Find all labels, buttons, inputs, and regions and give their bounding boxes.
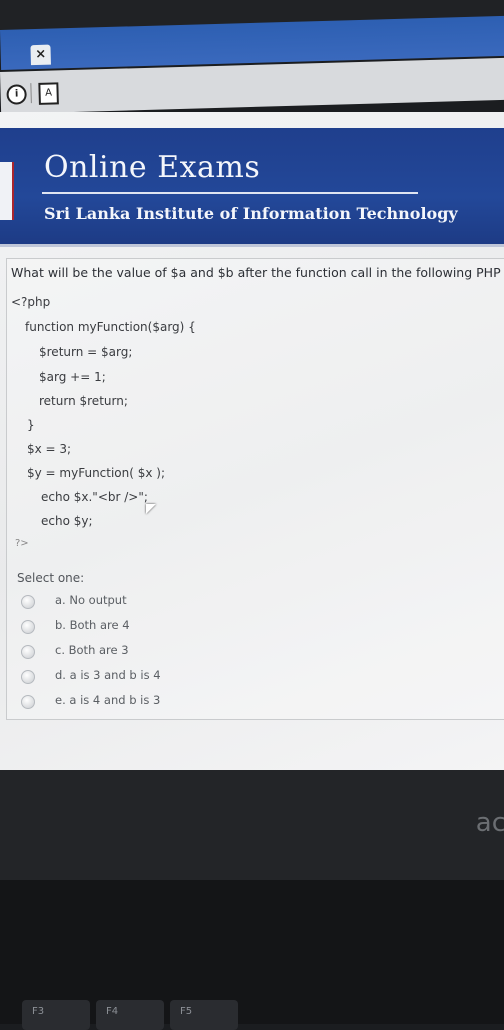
code-line: $arg += 1; [39, 370, 106, 384]
option-label[interactable]: c. Both are 3 [55, 643, 129, 657]
key-label: F4 [106, 1006, 119, 1017]
screen-bezel-bottom [0, 770, 504, 880]
key-f3: F3 [22, 1000, 90, 1030]
code-line: echo $x."<br />"; [41, 490, 148, 504]
mouse-cursor-icon [146, 504, 156, 514]
radio-button[interactable] [21, 645, 35, 659]
question-text: What will be the value of $a and $b afte… [11, 265, 501, 280]
radio-button[interactable] [21, 670, 35, 684]
code-line: function myFunction($arg) { [25, 320, 196, 334]
code-line: $return = $arg; [39, 345, 133, 359]
option-label[interactable]: a. No output [55, 593, 127, 607]
radio-button[interactable] [21, 620, 35, 634]
key-f5: F5 [170, 1000, 238, 1030]
radio-button[interactable] [21, 695, 35, 709]
code-line: echo $y; [41, 514, 93, 528]
key-label: F3 [32, 1006, 45, 1017]
code-line: } [27, 418, 35, 432]
info-icon[interactable]: i [6, 84, 27, 105]
banner-title: Online Exams [44, 150, 261, 185]
code-line: <?php [11, 295, 51, 309]
close-tab-icon[interactable]: × [30, 44, 51, 66]
code-line: return $return; [39, 394, 128, 408]
code-line: ?> [15, 538, 29, 549]
code-line: $y = myFunction( $x ); [27, 466, 166, 480]
question-card: What will be the value of $a and $b afte… [6, 258, 504, 720]
key-label: F5 [180, 1006, 193, 1017]
key-f4: F4 [96, 1000, 164, 1030]
page-icon: A [38, 82, 59, 105]
institute-logo [0, 162, 14, 220]
select-one-label: Select one: [17, 571, 85, 585]
code-line: $x = 3; [27, 442, 72, 456]
address-separator [30, 83, 32, 104]
option-label[interactable]: b. Both are 4 [55, 618, 130, 632]
option-label[interactable]: d. a is 3 and b is 4 [55, 668, 161, 682]
banner-subtitle: Sri Lanka Institute of Information Techn… [44, 204, 458, 223]
banner-divider [42, 192, 418, 194]
option-label[interactable]: e. a is 4 and b is 3 [55, 693, 160, 707]
radio-button[interactable] [21, 595, 35, 609]
site-banner: Online Exams Sri Lanka Institute of Info… [0, 128, 504, 247]
laptop-brand-logo: ac [475, 808, 504, 838]
